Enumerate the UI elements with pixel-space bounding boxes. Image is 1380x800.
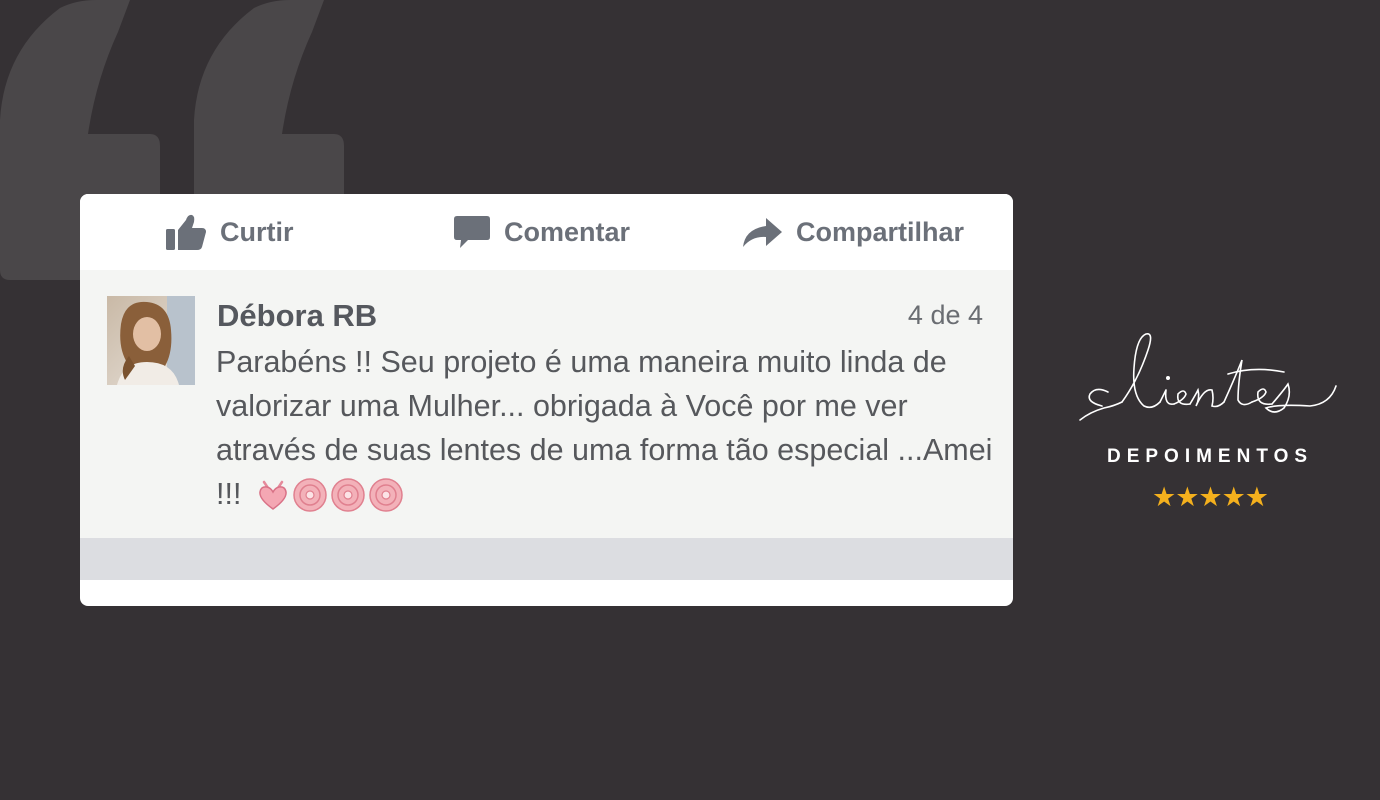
flower-icon (369, 478, 403, 512)
comment: Débora RB 4 de 4 Parabéns !! Seu projeto… (80, 270, 1013, 538)
clientes-script-logo (1079, 333, 1337, 421)
like-button[interactable]: Curtir (164, 212, 294, 252)
like-label: Curtir (220, 216, 294, 247)
rating-stars: ★★★★★ (1151, 482, 1269, 512)
comment-button[interactable]: Comentar (452, 212, 630, 252)
flower-icon (293, 478, 327, 512)
facebook-comment-card: Curtir Comentar Compartilhar Débora RB 4… (80, 194, 1013, 606)
testimonials-badge: DEPOIMENTOS ★★★★★ (1060, 320, 1360, 520)
share-label: Compartilhar (796, 216, 965, 247)
emoji-group (256, 477, 404, 513)
reply-strip (80, 538, 1013, 580)
badge-subtitle: DEPOIMENTOS (1106, 446, 1314, 467)
heart-icon (259, 480, 287, 510)
comment-label: Comentar (504, 216, 631, 247)
thumbs-up-icon (166, 214, 206, 250)
share-arrow-icon (743, 218, 782, 247)
comment-counter: 4 de 4 (907, 300, 983, 330)
share-button[interactable]: Compartilhar (740, 212, 964, 252)
action-bar: Curtir Comentar Compartilhar (80, 194, 1013, 270)
speech-bubble-icon (454, 216, 490, 248)
flower-icon (331, 478, 365, 512)
comment-body: Parabéns !! Seu projeto é uma maneira mu… (216, 340, 996, 516)
comment-author[interactable]: Débora RB (217, 298, 377, 334)
avatar[interactable] (107, 296, 195, 385)
